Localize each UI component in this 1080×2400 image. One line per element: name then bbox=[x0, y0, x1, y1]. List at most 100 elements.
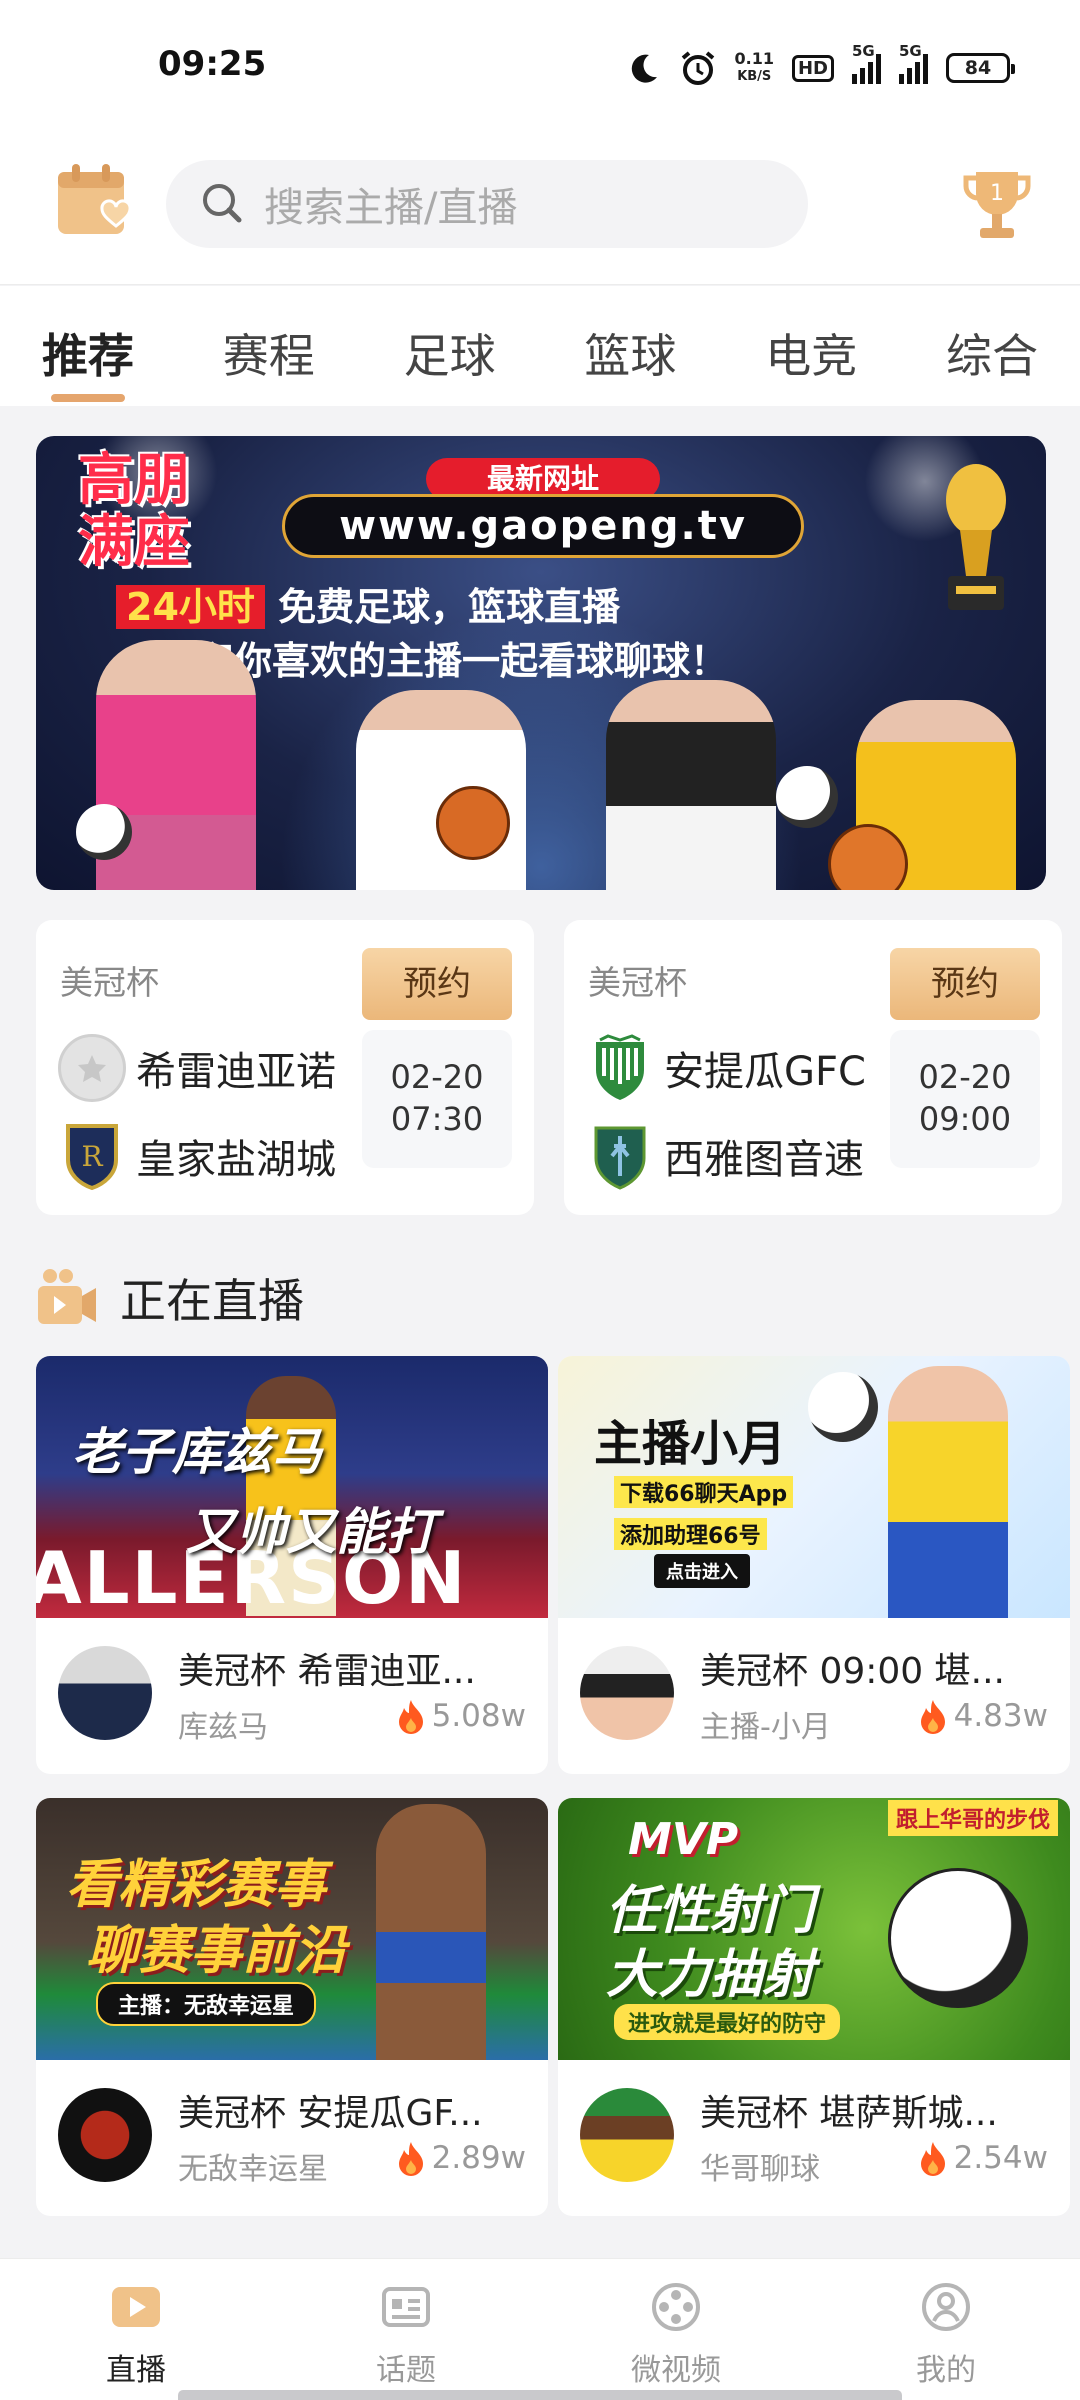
live-card[interactable]: 看精彩赛事 聊赛事前沿 主播：无敌幸运星 美冠杯 安提瓜GF... 无敌幸运星 … bbox=[36, 1798, 548, 2216]
banner-subline: 和你喜欢的主播一起看球聊球！ bbox=[196, 639, 729, 683]
status-time: 09:25 bbox=[158, 44, 267, 84]
live-card[interactable]: MVP 跟上华哥的步伐 任性射门 大力抽射 进攻就是最好的防守 美冠杯 堪萨斯城… bbox=[558, 1798, 1070, 2216]
live-thumbnail: 看精彩赛事 聊赛事前沿 主播：无敌幸运星 bbox=[36, 1798, 548, 2060]
away-team-name: 皇家盐湖城 bbox=[136, 1137, 336, 1183]
thumb-caption-2: 大力抽射 bbox=[606, 1945, 815, 2005]
nav-label: 话题 bbox=[376, 2353, 436, 2388]
tab-football[interactable]: 足球 bbox=[404, 286, 496, 406]
live-thumbnail: 主播小月 下载66聊天App 添加助理66号 点击进入 bbox=[558, 1356, 1070, 1618]
host-name: 主播-小月 bbox=[700, 1710, 831, 1745]
live-title: 美冠杯 安提瓜GF... bbox=[178, 2093, 483, 2134]
antigua-gfc-crest-icon bbox=[586, 1034, 654, 1102]
nav-live[interactable]: 直播 bbox=[56, 2279, 216, 2389]
trophy-image bbox=[946, 464, 1006, 610]
thumb-caption-1: 主播小月 bbox=[594, 1416, 787, 1472]
thumb-caption-3: 添加助理66号 bbox=[614, 1518, 767, 1550]
thumb-host-figure bbox=[888, 1366, 1008, 1618]
heat-value: 2.89w bbox=[431, 2140, 526, 2176]
live-card[interactable]: ALLERSON 老子库兹马 又帅又能打 美冠杯 希雷迪亚... 库兹马 5.0… bbox=[36, 1356, 548, 1774]
thumb-caption-1: 老子库兹马 bbox=[72, 1423, 322, 1481]
live-title: 美冠杯 希雷迪亚... bbox=[178, 1651, 476, 1692]
heat-count: 5.08w bbox=[396, 1698, 526, 1734]
flame-icon bbox=[398, 2142, 423, 2176]
play-icon bbox=[112, 2287, 160, 2327]
bottom-nav: 直播 话题 微视频 我的 bbox=[0, 2258, 1080, 2400]
football-image-2 bbox=[776, 766, 838, 828]
svg-text:1: 1 bbox=[990, 181, 1004, 206]
status-bar: 09:25 0.11 KB/S HD 5G 5G 84 bbox=[0, 0, 1080, 140]
signal-icon-sim2: 5G bbox=[899, 42, 928, 84]
search-placeholder: 搜索主播/直播 bbox=[264, 185, 518, 231]
match-date: 02-20 bbox=[918, 1058, 1012, 1096]
real-salt-lake-crest-icon: R bbox=[58, 1122, 126, 1190]
search-icon bbox=[203, 184, 242, 223]
live-title: 美冠杯 堪萨斯城... bbox=[700, 2093, 998, 2134]
nav-label: 我的 bbox=[916, 2353, 976, 2388]
thumb-tag: 跟上华哥的步伐 bbox=[888, 1800, 1059, 1836]
net-speed-unit: KB/S bbox=[737, 69, 772, 84]
live-card[interactable]: 主播小月 下载66聊天App 添加助理66号 点击进入 美冠杯 09:00 堪.… bbox=[558, 1356, 1070, 1774]
section-title-live: 正在直播 bbox=[36, 1264, 304, 1332]
section-title-text: 正在直播 bbox=[120, 1274, 304, 1328]
calendar-heart-icon[interactable] bbox=[54, 160, 136, 240]
tab-general[interactable]: 综合 bbox=[946, 286, 1038, 406]
thumb-football bbox=[888, 1868, 1028, 2008]
tab-recommend[interactable]: 推荐 bbox=[42, 286, 134, 406]
net-speed: 0.11 KB/S bbox=[735, 50, 774, 86]
promo-banner[interactable]: 高朋满座 最新网址 www.gaopeng.tv 24小时 免费足球，篮球直播 … bbox=[36, 436, 1046, 890]
heat-value: 5.08w bbox=[431, 1698, 526, 1734]
thumb-caption-2: 下载66聊天App bbox=[614, 1476, 794, 1508]
book-button[interactable]: 预约 bbox=[890, 948, 1040, 1020]
home-team: 希雷迪亚诺 bbox=[58, 1034, 336, 1102]
flame-icon bbox=[398, 1700, 423, 1734]
trophy-icon[interactable]: 1 bbox=[962, 166, 1032, 242]
nav-short-video[interactable]: 微视频 bbox=[596, 2279, 756, 2389]
book-button[interactable]: 预约 bbox=[362, 948, 512, 1020]
away-team: R 皇家盐湖城 bbox=[58, 1122, 336, 1190]
host-name: 无敌幸运星 bbox=[178, 2152, 328, 2187]
tab-schedule[interactable]: 赛程 bbox=[223, 286, 315, 406]
team-logo-placeholder-icon bbox=[58, 1034, 126, 1102]
nav-profile[interactable]: 我的 bbox=[866, 2279, 1026, 2389]
match-card[interactable]: 美冠杯 预约 希雷迪亚诺 R 皇家盐湖城 02-20 07:30 bbox=[36, 920, 534, 1215]
host-avatar bbox=[580, 2088, 674, 2182]
tab-basketball[interactable]: 篮球 bbox=[584, 286, 676, 406]
host-name: 库兹马 bbox=[178, 1710, 268, 1745]
host-avatar bbox=[580, 1646, 674, 1740]
banner-headline-highlight: 24小时 bbox=[116, 585, 265, 629]
match-kickoff: 09:00 bbox=[918, 1100, 1012, 1138]
topic-icon bbox=[382, 2287, 430, 2327]
category-tabs: 推荐 赛程 足球 篮球 电竞 综合 bbox=[0, 286, 1080, 406]
banner-headline-rest: 免费足球，篮球直播 bbox=[278, 585, 621, 629]
home-indicator[interactable] bbox=[178, 2390, 902, 2400]
host-figure-2 bbox=[356, 690, 526, 890]
match-kickoff: 07:30 bbox=[390, 1100, 484, 1138]
thumb-caption-1: 看精彩赛事 bbox=[66, 1855, 327, 1915]
match-league: 美冠杯 bbox=[60, 963, 159, 1002]
thumb-mvp-text: MVP bbox=[628, 1814, 739, 1865]
thumb-caption-2: 聊赛事前沿 bbox=[86, 1921, 347, 1981]
film-reel-icon bbox=[652, 2283, 700, 2331]
banner-headline: 24小时 免费足球，篮球直播 bbox=[116, 576, 620, 631]
search-input[interactable]: 搜索主播/直播 bbox=[166, 160, 808, 248]
heat-value: 4.83w bbox=[953, 1698, 1048, 1734]
nav-topic[interactable]: 话题 bbox=[326, 2279, 486, 2389]
status-icons: 0.11 KB/S HD 5G 5G 84 bbox=[627, 42, 1015, 92]
match-time: 02-20 07:30 bbox=[362, 1030, 512, 1168]
away-team: 西雅图音速 bbox=[586, 1122, 864, 1190]
thumb-caption-3: 主播：无敌幸运星 bbox=[96, 1982, 317, 2026]
live-thumbnail: ALLERSON 老子库兹马 又帅又能打 bbox=[36, 1356, 548, 1618]
home-team: 安提瓜GFC bbox=[586, 1034, 866, 1102]
tab-esports[interactable]: 电竞 bbox=[765, 286, 857, 406]
sim1-label: 5G bbox=[852, 42, 875, 60]
nav-label: 微视频 bbox=[631, 2353, 721, 2388]
away-team-name: 西雅图音速 bbox=[664, 1137, 864, 1183]
flame-icon bbox=[920, 2142, 945, 2176]
signal-icon-sim1: 5G bbox=[852, 42, 881, 84]
thumb-caption-3: 进攻就是最好的防守 bbox=[614, 2004, 841, 2040]
nav-label: 直播 bbox=[106, 2353, 166, 2388]
thumb-player-figure bbox=[376, 1804, 486, 2060]
profile-icon bbox=[922, 2283, 970, 2331]
match-card[interactable]: 美冠杯 预约 安提瓜GFC 西雅图音速 02-20 09:00 bbox=[564, 920, 1062, 1215]
hd-badge: HD bbox=[791, 54, 834, 82]
